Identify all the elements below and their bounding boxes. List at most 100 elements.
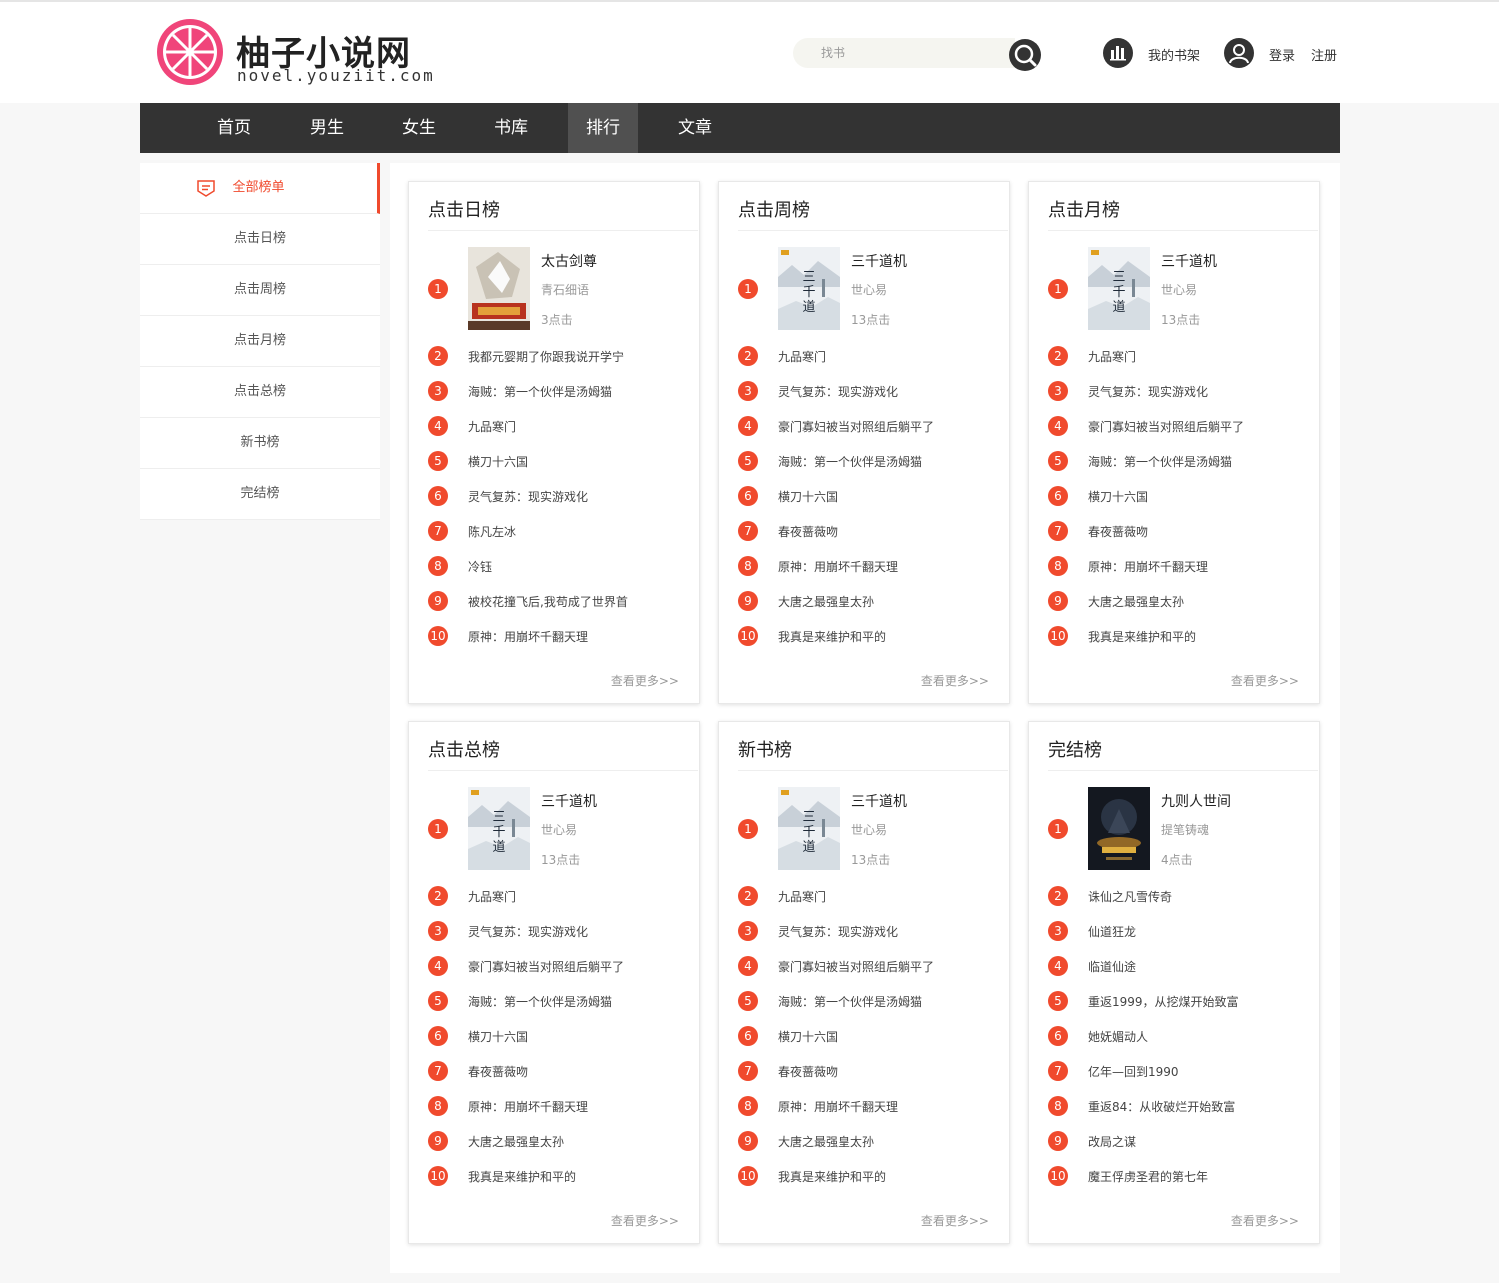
list-item[interactable]: 豪门寡妇被当对照组后躺平了: [468, 958, 624, 975]
list-item[interactable]: 她妩媚动人: [1088, 1028, 1148, 1045]
book-title[interactable]: 三千道机: [541, 791, 597, 811]
list-item[interactable]: 仙道狂龙: [1088, 923, 1136, 940]
list-item[interactable]: 豪门寡妇被当对照组后躺平了: [778, 418, 934, 435]
book-cover[interactable]: 三千道: [468, 787, 530, 870]
list-item[interactable]: 九品寒门: [778, 888, 826, 905]
list-item[interactable]: 灵气复苏：现实游戏化: [778, 923, 898, 940]
book-title[interactable]: 三千道机: [851, 791, 907, 811]
list-item[interactable]: 灵气复苏：现实游戏化: [778, 383, 898, 400]
view-more-link[interactable]: 查看更多>>: [921, 1212, 989, 1229]
sidebar-item-all[interactable]: 全部榜单: [140, 163, 380, 214]
view-more-link[interactable]: 查看更多>>: [1231, 672, 1299, 689]
list-item[interactable]: 海贼：第一个伙伴是汤姆猫: [468, 383, 612, 400]
list-item[interactable]: 横刀十六国: [778, 488, 838, 505]
book-cover[interactable]: 三千道: [778, 247, 840, 330]
sidebar-item-total[interactable]: 点击总榜: [140, 367, 380, 418]
book-author[interactable]: 青石细语: [541, 281, 589, 298]
list-item[interactable]: 我真是来维护和平的: [1088, 628, 1196, 645]
search-button[interactable]: [1009, 39, 1041, 71]
nav-library[interactable]: 书库: [476, 103, 546, 153]
book-title[interactable]: 太古剑尊: [541, 251, 597, 271]
list-item[interactable]: 九品寒门: [468, 888, 516, 905]
list-item[interactable]: 灵气复苏：现实游戏化: [1088, 383, 1208, 400]
list-item[interactable]: 亿年—回到1990: [1088, 1063, 1179, 1080]
search-input[interactable]: [793, 38, 1015, 68]
list-item[interactable]: 横刀十六国: [1088, 488, 1148, 505]
bookshelf-icon[interactable]: [1103, 38, 1133, 68]
user-avatar-icon[interactable]: [1224, 38, 1254, 68]
list-item[interactable]: 海贼：第一个伙伴是汤姆猫: [778, 993, 922, 1010]
nav-home[interactable]: 首页: [199, 103, 269, 153]
list-item[interactable]: 重返1999，从挖煤开始致富: [1088, 993, 1239, 1010]
list-item[interactable]: 大唐之最强皇太孙: [1088, 593, 1184, 610]
sidebar-item-daily[interactable]: 点击日榜: [140, 214, 380, 265]
list-item[interactable]: 横刀十六国: [778, 1028, 838, 1045]
list-item[interactable]: 原神：用崩坏千翻天理: [468, 1098, 588, 1115]
book-title[interactable]: 三千道机: [1161, 251, 1217, 271]
list-item[interactable]: 春夜蔷薇吻: [1088, 523, 1148, 540]
view-more-link[interactable]: 查看更多>>: [921, 672, 989, 689]
list-item[interactable]: 海贼：第一个伙伴是汤姆猫: [778, 453, 922, 470]
book-cover[interactable]: 三千道: [778, 787, 840, 870]
book-author[interactable]: 世心易: [851, 281, 887, 298]
list-item[interactable]: 灵气复苏：现实游戏化: [468, 488, 588, 505]
list-item[interactable]: 我真是来维护和平的: [468, 1168, 576, 1185]
book-cover[interactable]: [1088, 787, 1150, 870]
book-cover[interactable]: [468, 247, 530, 330]
register-link[interactable]: 注册: [1311, 45, 1337, 64]
list-item[interactable]: 原神：用崩坏千翻天理: [778, 1098, 898, 1115]
login-link[interactable]: 登录: [1269, 45, 1295, 64]
rank-badge: 8: [428, 556, 448, 576]
list-item[interactable]: 海贼：第一个伙伴是汤姆猫: [468, 993, 612, 1010]
list-item[interactable]: 我真是来维护和平的: [778, 1168, 886, 1185]
list-item[interactable]: 原神：用崩坏千翻天理: [468, 628, 588, 645]
nav-articles[interactable]: 文章: [660, 103, 730, 153]
view-more-link[interactable]: 查看更多>>: [1231, 1212, 1299, 1229]
book-cover[interactable]: 三千道: [1088, 247, 1150, 330]
list-item[interactable]: 被校花撞飞后,我苟成了世界首: [468, 593, 628, 610]
book-title[interactable]: 九则人世间: [1161, 791, 1231, 811]
sidebar-item-monthly[interactable]: 点击月榜: [140, 316, 380, 367]
book-title[interactable]: 三千道机: [851, 251, 907, 271]
list-item[interactable]: 春夜蔷薇吻: [778, 523, 838, 540]
sidebar-item-completed[interactable]: 完结榜: [140, 469, 380, 520]
list-item[interactable]: 春夜蔷薇吻: [468, 1063, 528, 1080]
list-item[interactable]: 海贼：第一个伙伴是汤姆猫: [1088, 453, 1232, 470]
book-author[interactable]: 世心易: [851, 821, 887, 838]
list-item[interactable]: 豪门寡妇被当对照组后躺平了: [778, 958, 934, 975]
nav-male[interactable]: 男生: [292, 103, 362, 153]
list-item[interactable]: 原神：用崩坏千翻天理: [1088, 558, 1208, 575]
list-item[interactable]: 九品寒门: [1088, 348, 1136, 365]
book-author[interactable]: 提笔铸魂: [1161, 821, 1209, 838]
list-item[interactable]: 灵气复苏：现实游戏化: [468, 923, 588, 940]
list-item[interactable]: 我都元婴期了你跟我说开学宁: [468, 348, 624, 365]
sidebar-item-new[interactable]: 新书榜: [140, 418, 380, 469]
list-item[interactable]: 原神：用崩坏千翻天理: [778, 558, 898, 575]
list-item[interactable]: 横刀十六国: [468, 1028, 528, 1045]
list-item[interactable]: 重返84：从收破烂开始致富: [1088, 1098, 1235, 1115]
list-item[interactable]: 春夜蔷薇吻: [778, 1063, 838, 1080]
list-item[interactable]: 陈凡左冰: [468, 523, 516, 540]
grapefruit-logo-icon[interactable]: [156, 18, 224, 86]
list-item[interactable]: 豪门寡妇被当对照组后躺平了: [1088, 418, 1244, 435]
nav-ranking[interactable]: 排行: [568, 103, 638, 153]
my-bookshelf-link[interactable]: 我的书架: [1148, 45, 1200, 64]
book-author[interactable]: 世心易: [1161, 281, 1197, 298]
list-item[interactable]: 大唐之最强皇太孙: [778, 593, 874, 610]
view-more-link[interactable]: 查看更多>>: [611, 672, 679, 689]
list-item[interactable]: 临道仙途: [1088, 958, 1136, 975]
list-item[interactable]: 改局之谋: [1088, 1133, 1136, 1150]
list-item[interactable]: 横刀十六国: [468, 453, 528, 470]
list-item[interactable]: 冷钰: [468, 558, 492, 575]
list-item[interactable]: 九品寒门: [778, 348, 826, 365]
list-item[interactable]: 我真是来维护和平的: [778, 628, 886, 645]
list-item[interactable]: 九品寒门: [468, 418, 516, 435]
view-more-link[interactable]: 查看更多>>: [611, 1212, 679, 1229]
list-item[interactable]: 大唐之最强皇太孙: [468, 1133, 564, 1150]
sidebar-item-weekly[interactable]: 点击周榜: [140, 265, 380, 316]
list-item[interactable]: 诛仙之凡雪传奇: [1088, 888, 1172, 905]
nav-female[interactable]: 女生: [384, 103, 454, 153]
list-item[interactable]: 魔王俘虏圣君的第七年: [1088, 1168, 1208, 1185]
list-item[interactable]: 大唐之最强皇太孙: [778, 1133, 874, 1150]
book-author[interactable]: 世心易: [541, 821, 577, 838]
